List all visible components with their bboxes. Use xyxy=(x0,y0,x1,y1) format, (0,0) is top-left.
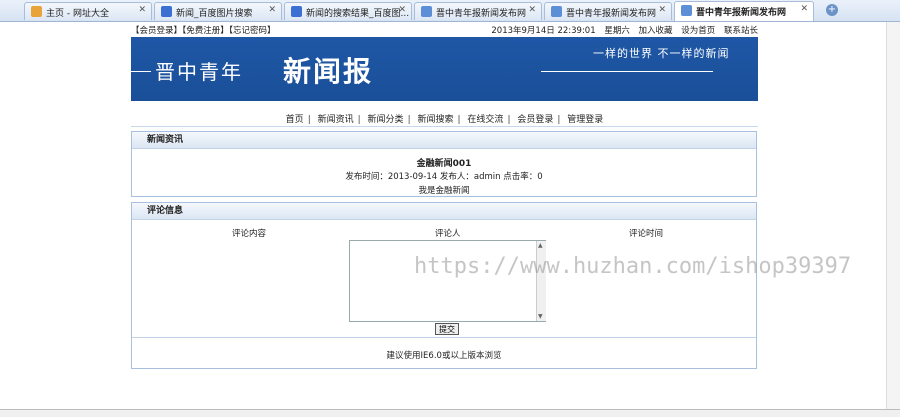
banner-title-big: 新闻报 xyxy=(283,55,374,88)
contact-admin-link[interactable]: 联系站长 xyxy=(724,26,758,36)
news-title: 金融新闻001 xyxy=(416,159,472,169)
watermark-text: https://www.huzhan.com/ishop39397 xyxy=(414,254,852,279)
nav-separator: | xyxy=(407,115,411,125)
close-icon[interactable]: ✕ xyxy=(398,5,406,15)
close-icon[interactable]: ✕ xyxy=(268,5,276,15)
browser-tab-baidu-images[interactable]: 新闻_百度图片搜索 ✕ xyxy=(154,2,282,20)
news-section-title: 新闻资讯 xyxy=(132,132,756,149)
add-favorite-link[interactable]: 加入收藏 xyxy=(639,26,673,36)
browser-tab-news-1[interactable]: 晋中青年报新闻发布网 ✕ xyxy=(414,2,542,20)
current-weekday: 星期六 xyxy=(604,26,630,36)
nav-separator: | xyxy=(507,115,511,125)
paw-icon xyxy=(161,6,172,17)
member-links[interactable]: 【会员登录】【免费注册】【忘记密码】 xyxy=(131,24,276,36)
top-right-links: 2013年9月14日 22:39:01 星期六 加入收藏 设为首页 联系站长 xyxy=(485,24,758,36)
browser-tab-news-2[interactable]: 晋中青年报新闻发布网 ✕ xyxy=(544,2,672,20)
textarea-scrollbar[interactable]: ▲ ▼ xyxy=(536,241,546,321)
top-info-bar: 【会员登录】【免费注册】【忘记密码】 2013年9月14日 22:39:01 星… xyxy=(131,22,758,36)
comment-author-header: 评论人 xyxy=(435,229,461,239)
set-homepage-link[interactable]: 设为首页 xyxy=(681,26,715,36)
page-icon xyxy=(681,5,692,16)
nav-categories[interactable]: 新闻分类 xyxy=(368,115,404,125)
news-panel: 新闻资讯 金融新闻001 发布时间：2013-09-14 发布人：admin 点… xyxy=(131,131,757,197)
banner-title-small: 晋中青年 xyxy=(155,60,243,84)
comment-textarea[interactable] xyxy=(349,240,546,322)
submit-comment-button[interactable]: 提交 xyxy=(435,323,459,335)
comment-time-header: 评论时间 xyxy=(629,229,664,239)
site-banner: 晋中青年 新闻报 一样的世界 不一样的新闻 xyxy=(131,37,758,101)
page-icon xyxy=(421,6,432,17)
nav-admin-login[interactable]: 管理登录 xyxy=(567,115,603,125)
browser-tab-search-results[interactable]: 新闻的搜索结果_百度图... ✕ xyxy=(284,2,412,20)
nav-chat[interactable]: 在线交流 xyxy=(467,115,503,125)
scroll-up-icon[interactable]: ▲ xyxy=(538,242,543,249)
nav-separator: | xyxy=(357,115,361,125)
paw-icon xyxy=(291,6,302,17)
nav-home[interactable]: 首页 xyxy=(286,115,304,125)
close-icon[interactable]: ✕ xyxy=(528,5,536,15)
comment-content-header: 评论内容 xyxy=(232,229,267,239)
news-body: 我是金融新闻 xyxy=(418,186,470,196)
banner-rule-right xyxy=(541,71,713,72)
banner-rule-left xyxy=(131,71,151,72)
nav-news[interactable]: 新闻资讯 xyxy=(318,115,354,125)
home-icon xyxy=(31,6,42,17)
page-scrollbar[interactable] xyxy=(886,22,900,414)
comments-panel: 评论信息 评论内容 评论人 评论时间 ▲ ▼ 提交 建议使用IE6.0或以上版本… xyxy=(131,202,757,369)
nav-member-login[interactable]: 会员登录 xyxy=(517,115,553,125)
page-icon xyxy=(551,6,562,17)
comments-section-title: 评论信息 xyxy=(132,203,756,220)
banner-slogan: 一样的世界 不一样的新闻 xyxy=(593,47,730,60)
news-meta: 发布时间：2013-09-14 发布人：admin 点击率：0 xyxy=(345,172,543,182)
close-icon[interactable]: ✕ xyxy=(658,5,666,15)
close-icon[interactable]: ✕ xyxy=(138,5,146,15)
main-nav: 首页 | 新闻资讯 | 新闻分类 | 新闻搜索 | 在线交流 | 会员登录 | 管理登录 xyxy=(131,112,758,127)
new-tab-plus-icon[interactable]: + xyxy=(826,4,838,16)
nav-separator: | xyxy=(307,115,311,125)
current-datetime: 2013年9月14日 22:39:01 xyxy=(491,26,596,36)
nav-separator: | xyxy=(457,115,461,125)
browser-tab-bar: 主页 - 网址大全 ✕ 新闻_百度图片搜索 ✕ 新闻的搜索结果_百度图... ✕… xyxy=(0,0,900,22)
nav-search[interactable]: 新闻搜索 xyxy=(417,115,453,125)
browser-tab-home[interactable]: 主页 - 网址大全 ✕ xyxy=(24,2,152,20)
browser-tip: 建议使用IE6.0或以上版本浏览 xyxy=(386,351,502,361)
close-icon[interactable]: ✕ xyxy=(800,4,808,14)
browser-tab-news-active[interactable]: 晋中青年报新闻发布网 ✕ xyxy=(674,1,814,21)
scroll-down-icon[interactable]: ▼ xyxy=(538,313,543,320)
nav-separator: | xyxy=(557,115,561,125)
panel-divider xyxy=(132,337,756,338)
